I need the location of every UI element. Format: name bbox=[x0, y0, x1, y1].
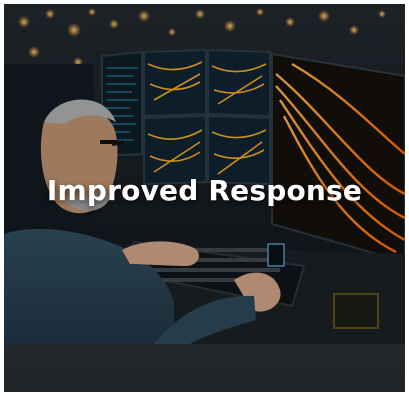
card-title: Improved Response bbox=[46, 174, 363, 207]
feature-card: Improved Response bbox=[4, 4, 405, 392]
bottom-band bbox=[4, 344, 405, 392]
